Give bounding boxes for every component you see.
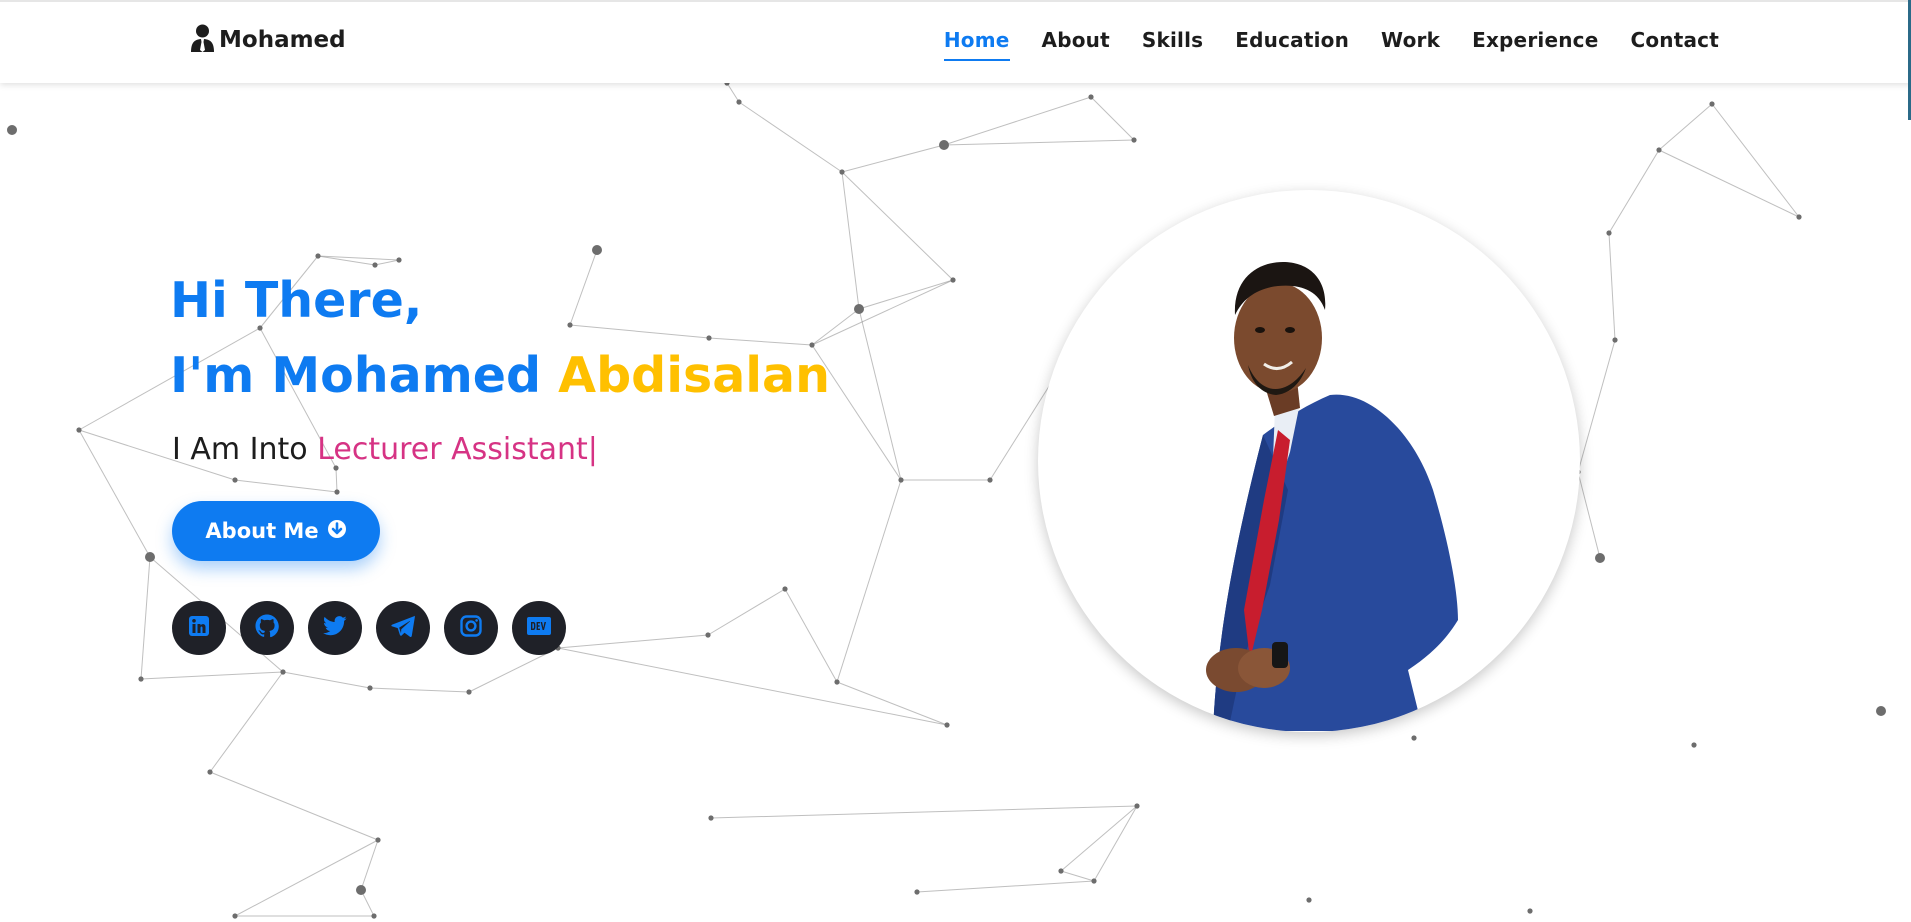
linkedin-link[interactable] [172,601,226,655]
user-tie-icon [190,24,215,56]
dev-icon [527,617,551,639]
hero-name-first: I'm Mohamed [170,347,559,404]
navbar: Mohamed Home About Skills Education Work… [0,0,1911,83]
nav-education[interactable]: Education [1235,28,1349,61]
hero-subtitle: I Am Into Lecturer Assistant| [172,432,598,467]
telegram-link[interactable] [376,601,430,655]
twitter-link[interactable] [308,601,362,655]
logo[interactable]: Mohamed [190,24,346,56]
typed-caret: | [587,432,598,467]
nav-skills[interactable]: Skills [1142,28,1203,61]
dev-link[interactable] [512,601,566,655]
hero-section: Hi There, I'm Mohamed Abdisalan I Am Int… [0,0,1911,922]
hero-greeting: Hi There, [170,272,423,329]
typed-text: Lecturer Assistant [317,432,588,467]
subtitle-prefix: I Am Into [172,432,318,467]
nav-experience[interactable]: Experience [1472,28,1598,61]
logo-text: Mohamed [219,27,346,53]
nav-contact[interactable]: Contact [1630,28,1719,61]
profile-photo [1038,190,1580,732]
linkedin-icon [188,615,210,641]
hero-name-last: Abdisalan [558,347,831,404]
nav-home[interactable]: Home [943,28,1010,61]
main-nav: Home About Skills Education Work Experie… [943,28,1719,61]
social-links [172,601,566,655]
github-link[interactable] [240,601,294,655]
nav-about[interactable]: About [1042,28,1110,61]
instagram-icon [460,615,482,641]
about-me-button[interactable]: About Me [172,501,380,561]
arrow-circle-down-icon [327,519,347,544]
github-icon [255,614,279,642]
instagram-link[interactable] [444,601,498,655]
about-me-button-label: About Me [205,519,319,543]
telegram-icon [391,615,415,641]
nav-work[interactable]: Work [1381,28,1440,61]
hero-name: I'm Mohamed Abdisalan [170,345,830,407]
twitter-icon [323,615,347,641]
